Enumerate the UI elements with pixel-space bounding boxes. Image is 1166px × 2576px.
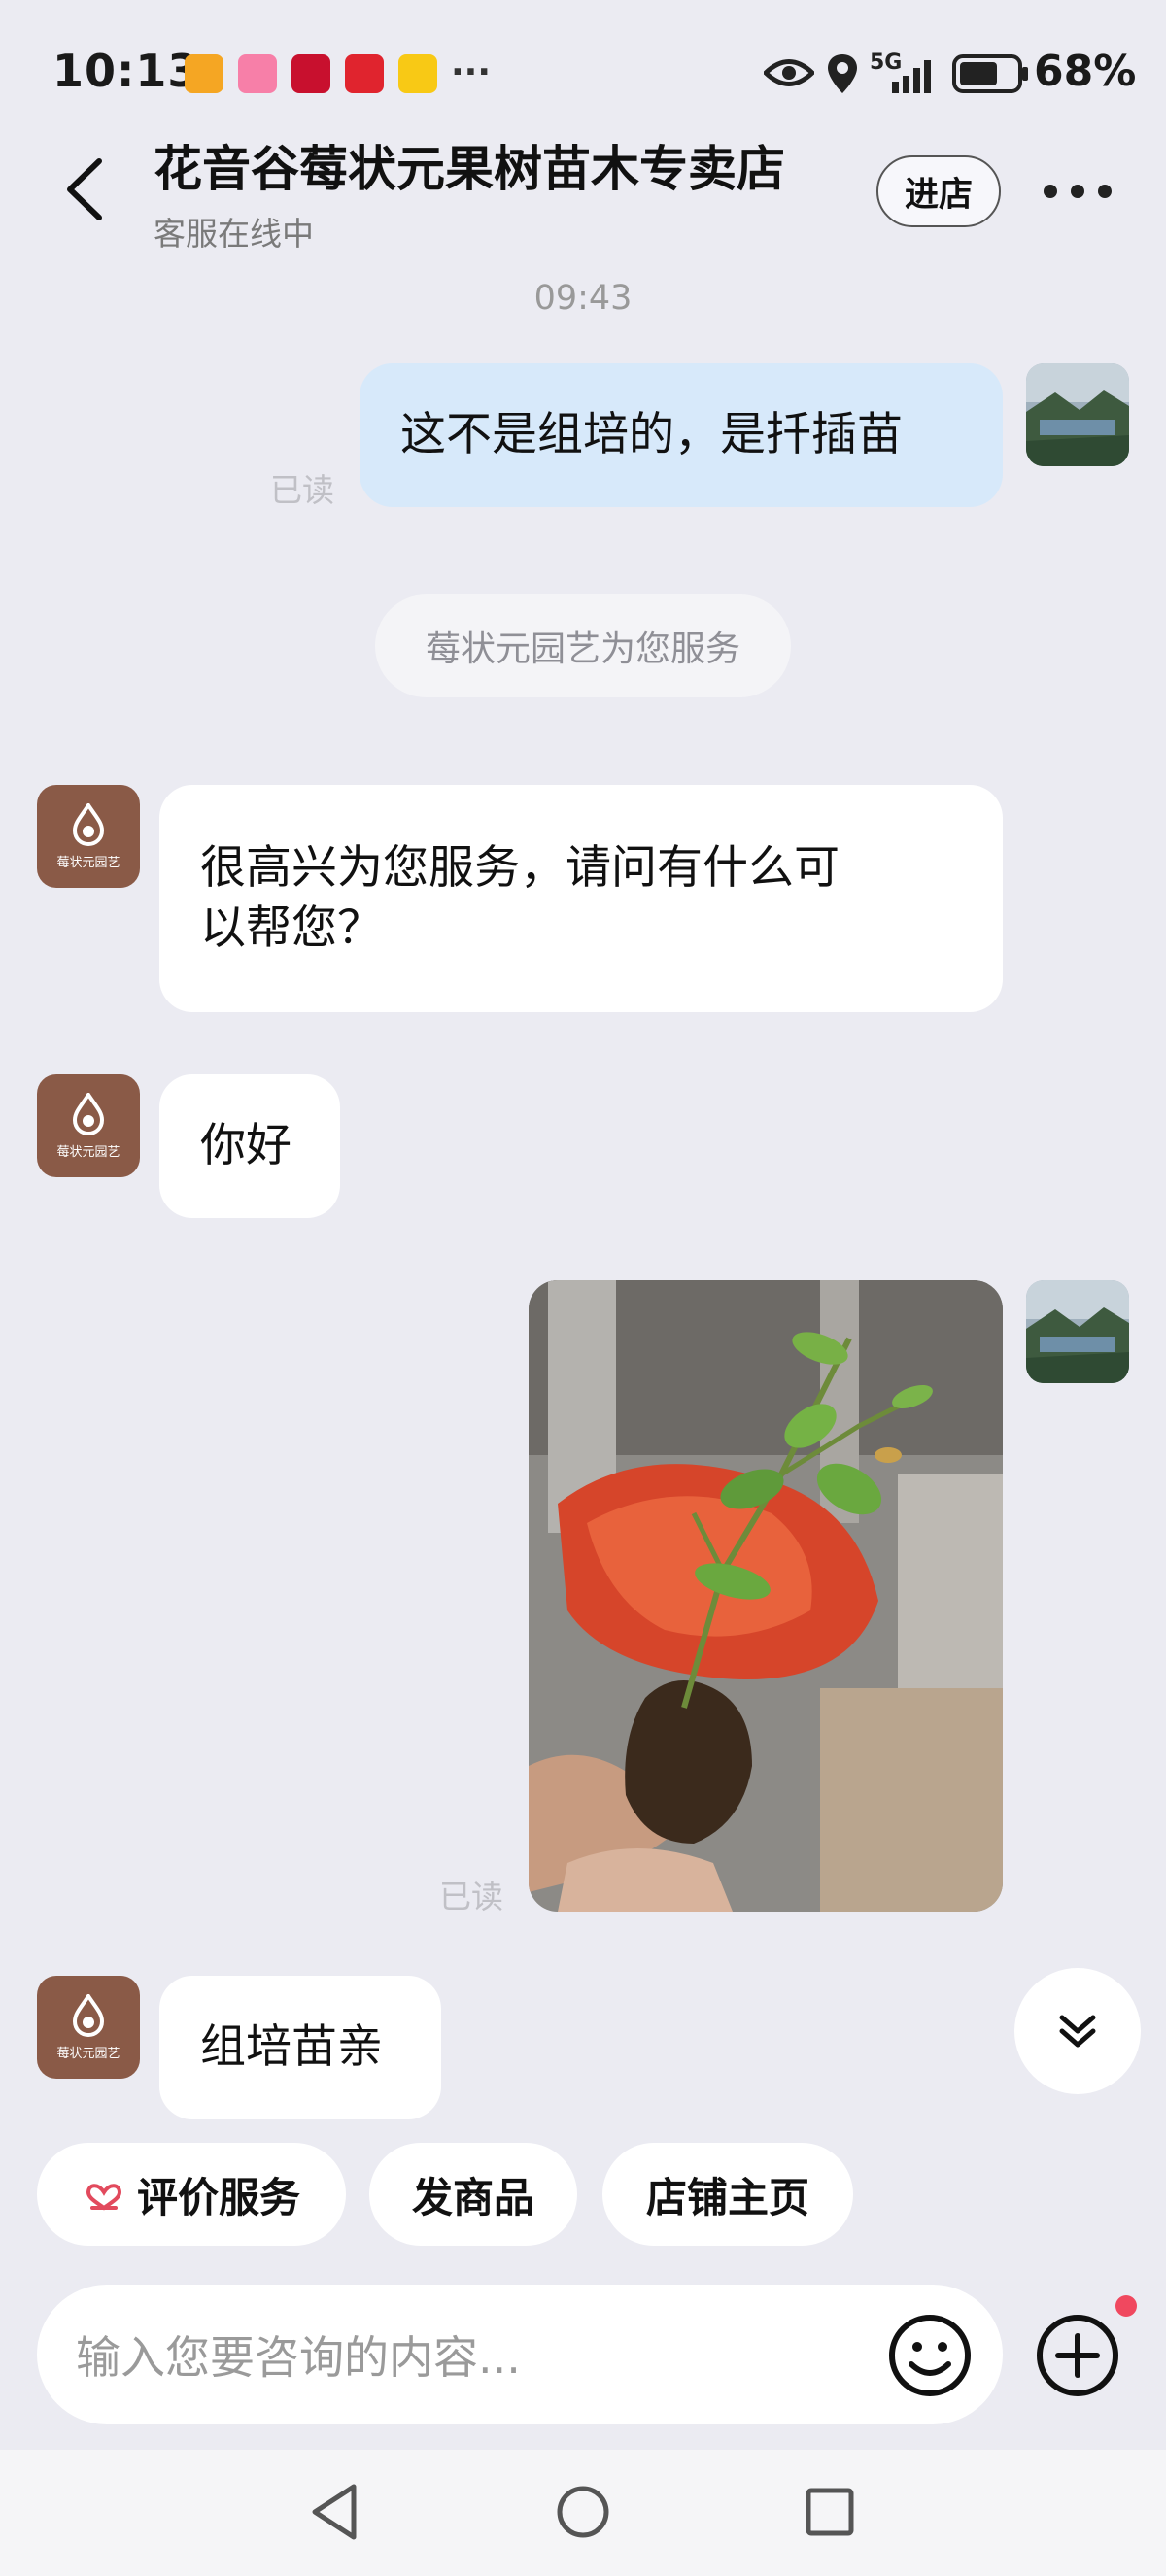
chat-screen: 10:13 ··· 5G 68% 花音谷莓状元果树苗木专卖店 客服在线中 进店 … xyxy=(0,0,1166,2576)
shop-avatar-label: 莓状元园艺 xyxy=(56,1144,120,1160)
read-receipt: 已读 xyxy=(270,471,334,509)
message-bubble-incoming[interactable]: 组培苗亲 xyxy=(159,1976,441,2119)
nav-home-icon[interactable] xyxy=(544,2473,622,2551)
pink-app-icon xyxy=(238,54,277,93)
message-bubble-incoming[interactable]: 很高兴为您服务，请问有什么可 以帮您？ xyxy=(159,785,1003,1012)
yellow-app-icon xyxy=(398,54,437,93)
shop-title: 花音谷莓状元果树苗木专卖店 xyxy=(154,141,785,197)
battery-percent: 68% xyxy=(1034,47,1137,96)
nav-back-icon[interactable] xyxy=(297,2473,375,2551)
more-notifications-indicator: ··· xyxy=(451,52,492,92)
red-app-icon xyxy=(345,54,384,93)
emoji-icon[interactable] xyxy=(886,2312,974,2399)
notification-dot xyxy=(1115,2295,1137,2317)
store-homepage-label: 店铺主页 xyxy=(645,2173,809,2221)
orange-badge-icon xyxy=(185,54,223,93)
status-time: 10:13 xyxy=(52,45,200,97)
system-notice: 莓状元园艺为您服务 xyxy=(375,594,791,697)
location-icon xyxy=(828,54,857,93)
message-text-line: 很高兴为您服务，请问有什么可 xyxy=(200,841,840,895)
shop-avatar-label: 莓状元园艺 xyxy=(56,2046,120,2061)
brand-logo-icon xyxy=(72,1092,105,1135)
message-text: 这不是组培的，是扦插苗 xyxy=(400,408,903,461)
battery-icon xyxy=(952,54,1028,93)
rate-service-label: 评价服务 xyxy=(136,2173,300,2221)
message-text: 你好 xyxy=(200,1119,292,1172)
message-bubble-outgoing[interactable]: 这不是组培的，是扦插苗 xyxy=(360,363,1003,507)
input-placeholder: 输入您要咨询的内容... xyxy=(76,2331,521,2384)
message-text: 组培苗亲 xyxy=(200,2020,383,2074)
more-options-icon[interactable] xyxy=(1044,185,1112,200)
message-timestamp: 09:43 xyxy=(533,279,633,318)
heart-hand-icon xyxy=(86,2184,121,2211)
rate-service-button[interactable]: 评价服务 xyxy=(37,2143,346,2246)
enter-store-button[interactable]: 进店 xyxy=(876,155,1001,227)
send-product-button[interactable]: 发商品 xyxy=(369,2143,577,2246)
message-bubble-incoming[interactable]: 你好 xyxy=(159,1074,340,1218)
signal-icon xyxy=(892,60,931,93)
shop-avatar[interactable]: 莓状元园艺 xyxy=(37,1074,140,1177)
service-status: 客服在线中 xyxy=(154,215,314,253)
shop-avatar[interactable]: 莓状元园艺 xyxy=(37,785,140,888)
tmall-icon xyxy=(292,54,330,93)
user-avatar[interactable] xyxy=(1026,363,1129,466)
brand-logo-icon xyxy=(72,1993,105,2037)
user-avatar[interactable] xyxy=(1026,1280,1129,1383)
system-nav-bar xyxy=(0,2450,1166,2576)
scroll-to-bottom-button[interactable] xyxy=(1014,1968,1141,2094)
nav-recents-icon[interactable] xyxy=(791,2473,869,2551)
eye-icon xyxy=(764,59,814,86)
message-text-line: 以帮您？ xyxy=(200,901,383,955)
back-arrow-icon[interactable] xyxy=(58,155,117,223)
brand-logo-icon xyxy=(72,802,105,846)
shop-avatar-label: 莓状元园艺 xyxy=(56,855,120,870)
status-bar: 10:13 ··· 5G 68% xyxy=(0,0,1166,146)
double-chevron-down-icon xyxy=(1059,2015,1096,2048)
store-homepage-button[interactable]: 店铺主页 xyxy=(602,2143,853,2246)
send-product-label: 发商品 xyxy=(411,2173,534,2221)
plus-icon[interactable] xyxy=(1034,2312,1121,2399)
shop-avatar[interactable]: 莓状元园艺 xyxy=(37,1976,140,2079)
seedling-photo[interactable] xyxy=(529,1280,1003,1912)
message-input[interactable]: 输入您要咨询的内容... xyxy=(37,2285,1003,2424)
read-receipt: 已读 xyxy=(439,1878,503,1915)
